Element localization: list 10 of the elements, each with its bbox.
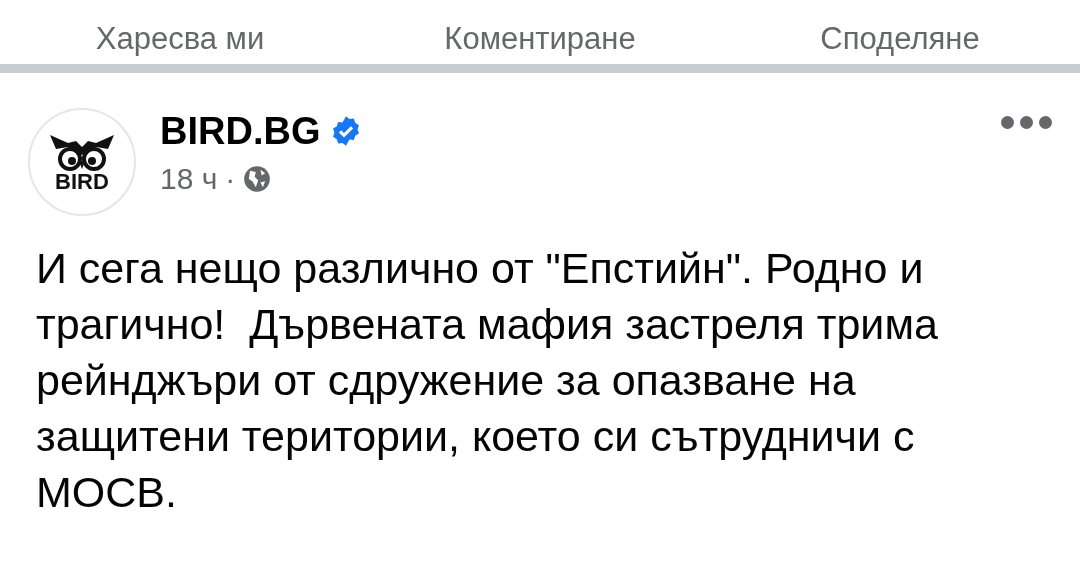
page-avatar[interactable]: BIRD xyxy=(28,108,136,216)
action-button[interactable]: Споделяне xyxy=(720,23,1080,54)
post-text: И сега нещо различно от "Епстийн". Родно и трагично! Дървената мафия застреля трима рейнджъри от сдружение за опазване на защитени територии, което си сътрудничи с МОСВ. xyxy=(35,243,939,518)
more-options-icon[interactable] xyxy=(1001,116,1052,129)
action-button[interactable]: Харесва ми xyxy=(0,23,360,54)
post-time[interactable]: 18 ч xyxy=(160,164,218,194)
action-button[interactable]: Коментиране xyxy=(360,23,720,54)
separator-dot: · xyxy=(225,164,236,194)
author-name[interactable]: BIRD.BG xyxy=(160,112,321,150)
avatar-logo-text: BIRD xyxy=(55,171,109,193)
